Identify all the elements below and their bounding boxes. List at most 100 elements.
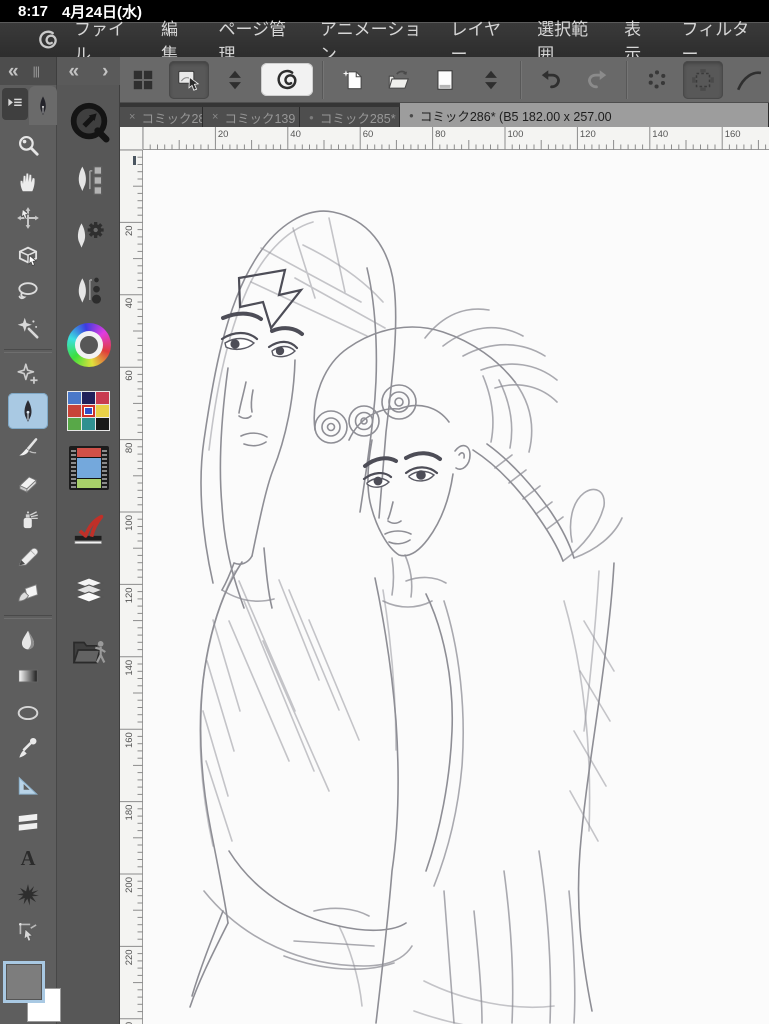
palette-color-wheel[interactable] (57, 319, 120, 371)
csp-swirl-icon (274, 67, 300, 93)
csp-logo-icon[interactable] (36, 27, 60, 53)
color-set-icon (67, 391, 110, 431)
clip-studio-button[interactable] (261, 63, 313, 96)
tap-operation-button[interactable] (169, 60, 209, 99)
tool-text[interactable]: A (8, 841, 48, 878)
tool-ruler[interactable] (8, 768, 48, 805)
starburst-icon (15, 882, 41, 908)
tab-close-icon[interactable]: × (212, 111, 218, 123)
toolbar-divider (322, 60, 324, 99)
palette-layer[interactable] (57, 564, 120, 616)
document-tab-bar: × コミック284 × コミック139 ● コミック285* ● コミック286* (B5 1… (120, 103, 769, 127)
workspace-grid-button[interactable] (123, 61, 163, 99)
tab-label: コミック286* (B5 182.00 x 257.00 (419, 109, 612, 124)
svg-text:40: 40 (290, 129, 301, 140)
undo-button[interactable] (531, 61, 571, 99)
tool-pen[interactable] (8, 392, 48, 429)
tool-brush[interactable] (8, 429, 48, 466)
ruler-corner (120, 127, 143, 150)
color-wheel-icon (66, 323, 111, 367)
transform-launcher-button[interactable] (683, 60, 723, 99)
tool-figure[interactable] (8, 695, 48, 732)
page-icon (432, 67, 458, 93)
tool-pencil[interactable] (8, 539, 48, 576)
tool-zoom[interactable] (8, 127, 48, 164)
tool-lasso[interactable] (8, 273, 48, 310)
page-stepper-button[interactable] (471, 61, 511, 99)
tab-label: コミック139 (224, 111, 296, 126)
svg-text:220: 220 (124, 949, 135, 965)
document-tab-1[interactable]: × コミック284 (120, 107, 203, 127)
tool-fill[interactable] (8, 575, 48, 612)
redo-icon (584, 67, 610, 93)
svg-text:40: 40 (124, 298, 135, 309)
palette-sub-tool[interactable] (57, 154, 120, 206)
panel-grip[interactable]: ||| (33, 64, 40, 78)
new-file-button[interactable] (333, 61, 373, 99)
tool-blend[interactable] (8, 622, 48, 659)
hand-icon (15, 169, 41, 195)
tool-object[interactable] (8, 237, 48, 274)
palette-auto-action[interactable] (57, 504, 120, 556)
tab-modified-dot: ● (309, 112, 314, 122)
tool-hand[interactable] (8, 164, 48, 201)
tool-move[interactable] (8, 200, 48, 237)
svg-text:100: 100 (508, 129, 524, 140)
updown-icon (478, 67, 504, 93)
palette-brush-size[interactable] (57, 264, 120, 316)
touch-gesture-button[interactable] (637, 61, 677, 99)
svg-text:A: A (21, 848, 36, 870)
magnifier-icon (15, 132, 41, 158)
tool-airbrush[interactable] (8, 502, 48, 539)
frame-icon (15, 809, 41, 835)
svg-text:180: 180 (124, 805, 135, 821)
tool-line-correct[interactable] (8, 914, 48, 951)
tool-gradient[interactable] (8, 658, 48, 695)
palette-color-set[interactable] (57, 385, 120, 437)
tab-close-icon[interactable]: × (129, 111, 135, 123)
tool-eraser[interactable] (8, 466, 48, 503)
palette-quick-access[interactable] (57, 96, 120, 148)
collapse-left-button-2[interactable]: « (69, 62, 80, 81)
main-color-swatch[interactable] (3, 961, 45, 1003)
tool-list: A (0, 127, 56, 950)
redo-button[interactable] (577, 61, 617, 99)
palette-timeline[interactable] (57, 442, 120, 494)
palette-tool-property[interactable] (57, 209, 120, 261)
document-tab-2[interactable]: × コミック139 (203, 107, 300, 127)
tool-eyedropper[interactable] (8, 731, 48, 768)
tool-auto-select[interactable] (8, 310, 48, 347)
canvas[interactable] (143, 150, 769, 1024)
gradient-icon (15, 663, 41, 689)
document-tab-4[interactable]: ● コミック286* (B5 182.00 x 257.00 (400, 103, 769, 127)
pen-nib-icon[interactable] (29, 86, 57, 125)
dots-icon (644, 67, 670, 93)
document-tab-3[interactable]: ● コミック285* (300, 107, 400, 127)
horizontal-ruler: 20 40 60 80 100 120 140 160 (143, 127, 769, 150)
nib-gear-icon (69, 215, 109, 255)
vertical-ruler: 20406080100120140160180200220240 (120, 150, 143, 1024)
menu-bar: ファイル 編集 ページ管理 アニメーション レイヤー 選択範囲 表示 フィルター (0, 20, 769, 64)
tool-saturated-line[interactable] (8, 877, 48, 914)
collapse-left-button[interactable]: « (8, 62, 19, 81)
panel-menu-icon[interactable] (2, 88, 28, 120)
move-icon (15, 205, 41, 231)
open-file-button[interactable] (379, 61, 419, 99)
svg-text:20: 20 (124, 225, 135, 236)
svg-text:60: 60 (363, 129, 374, 140)
palette-material[interactable] (57, 624, 120, 676)
edge-tool-button[interactable] (729, 61, 769, 99)
expand-right-button[interactable]: › (102, 62, 108, 81)
panel-collapse-strip: « ||| (0, 57, 57, 85)
tool-correct[interactable] (8, 356, 48, 393)
svg-text:80: 80 (435, 129, 446, 140)
value-stepper-button[interactable] (215, 61, 255, 99)
page-flip-button[interactable] (425, 61, 465, 99)
nib-squares-icon (69, 160, 109, 200)
tool-frame-border[interactable] (8, 804, 48, 841)
svg-text:160: 160 (124, 732, 135, 748)
svg-text:60: 60 (124, 370, 135, 381)
cube-icon (15, 242, 41, 268)
svg-text:80: 80 (124, 443, 135, 454)
canvas-sketch (189, 210, 623, 1024)
